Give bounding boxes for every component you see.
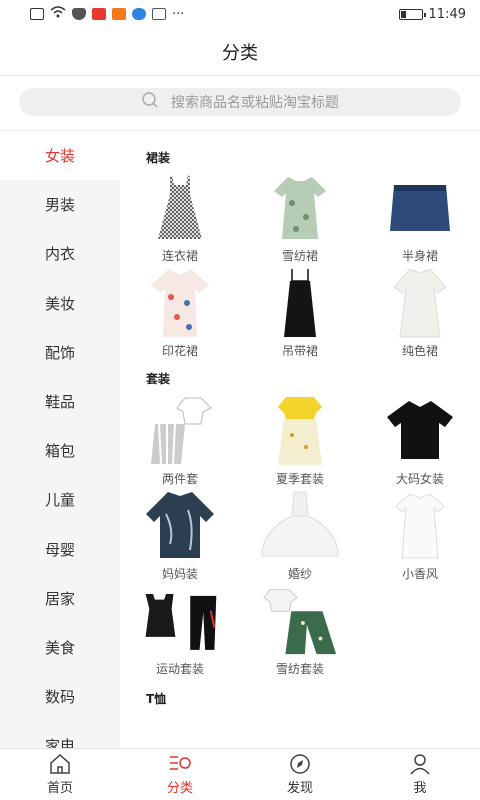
sidebar-item-appliances[interactable]: 家电 <box>0 721 120 748</box>
category-item[interactable]: 雪纺套装 <box>240 581 360 676</box>
category-label: 雪纺套装 <box>275 662 324 676</box>
tab-home[interactable]: 首页 <box>0 749 120 800</box>
compass-icon <box>290 754 310 774</box>
category-item[interactable]: 纯色裙 <box>360 263 480 358</box>
white-dress-image <box>380 263 460 343</box>
category-item[interactable]: 妈妈装 <box>120 486 240 581</box>
two-piece-set-image <box>140 391 220 471</box>
category-item[interactable]: 印花裙 <box>120 263 240 358</box>
shield-icon <box>72 8 86 20</box>
category-sidebar: 女装 男装 内衣 美妆 配饰 鞋品 箱包 儿童 母婴 居家 美食 数码 家电 <box>0 131 120 748</box>
status-more: ··· <box>172 6 185 22</box>
category-item[interactable]: 运动套装 <box>120 581 240 676</box>
section-title-sets: 套装 <box>146 372 171 386</box>
wifi-icon <box>50 6 66 22</box>
tab-label: 我 <box>413 781 427 796</box>
print-dress-image <box>140 263 220 343</box>
status-time: 11:49 <box>428 6 466 22</box>
sidebar-item-women[interactable]: 女装 <box>0 131 120 181</box>
wedding-dress-image <box>260 486 340 566</box>
home-icon <box>50 753 70 774</box>
category-label: 雪纺裙 <box>281 249 318 263</box>
battery-icon <box>398 8 426 20</box>
category-label: 纯色裙 <box>401 344 438 358</box>
sidebar-item-food[interactable]: 美食 <box>0 623 120 672</box>
sidebar-item-baby[interactable]: 母婴 <box>0 525 120 574</box>
mail-icon <box>152 8 166 20</box>
chanel-style-dress-image <box>380 486 460 566</box>
category-label: 大码女装 <box>395 472 444 486</box>
sports-set-image <box>140 581 220 661</box>
bottom-tab-bar: 首页 分类 发现 我 <box>0 748 480 800</box>
tab-discover[interactable]: 发现 <box>240 749 360 800</box>
category-item[interactable]: 夏季套装 <box>240 391 360 486</box>
tab-profile[interactable]: 我 <box>360 749 480 800</box>
app-icon-orange <box>112 8 126 20</box>
tab-category[interactable]: 分类 <box>120 749 240 800</box>
category-label: 妈妈装 <box>161 567 198 581</box>
category-label: 运动套装 <box>155 662 204 676</box>
plus-size-top-image <box>380 391 460 471</box>
category-item[interactable]: 半身裙 <box>360 168 480 263</box>
user-icon <box>410 754 430 775</box>
category-item[interactable]: 婚纱 <box>240 486 360 581</box>
sidebar-item-accessories[interactable]: 配饰 <box>0 328 120 377</box>
category-item[interactable]: 吊带裙 <box>240 263 360 358</box>
category-item[interactable]: 两件套 <box>120 391 240 486</box>
tab-label: 发现 <box>286 781 313 796</box>
sidebar-item-home[interactable]: 居家 <box>0 574 120 623</box>
chiffon-dress-image <box>260 168 340 248</box>
sidebar-item-digital[interactable]: 数码 <box>0 672 120 721</box>
category-item[interactable]: 小香风 <box>360 486 480 581</box>
mom-wear-image <box>140 486 220 566</box>
tab-label: 分类 <box>166 781 193 796</box>
sidebar-item-bags[interactable]: 箱包 <box>0 426 120 475</box>
category-label: 夏季套装 <box>275 472 324 486</box>
category-item[interactable]: 大码女装 <box>360 391 480 486</box>
app-icon-blue <box>132 8 146 20</box>
title-bar: 分类 <box>0 28 480 76</box>
sidebar-item-kids[interactable]: 儿童 <box>0 475 120 524</box>
category-content: 裙装 连衣裙 雪纺裙 半身裙 印花裙 吊带裙 纯色裙 套装 两件套 夏季套装 大… <box>120 131 480 748</box>
status-bar: ··· 11:49 <box>0 0 480 28</box>
denim-skirt-image <box>380 168 460 248</box>
category-label: 半身裙 <box>401 249 438 263</box>
search-icon <box>141 91 159 113</box>
sidebar-item-underwear[interactable]: 内衣 <box>0 229 120 278</box>
checked-dress-image <box>140 168 220 248</box>
alert-icon <box>30 8 44 20</box>
section-title-tshirts: T恤 <box>146 692 167 706</box>
category-icon <box>170 756 191 770</box>
page-title: 分类 <box>222 42 258 64</box>
category-label: 吊带裙 <box>281 344 318 358</box>
sidebar-item-beauty[interactable]: 美妆 <box>0 279 120 328</box>
slip-dress-image <box>260 263 340 343</box>
sidebar-item-shoes[interactable]: 鞋品 <box>0 377 120 426</box>
category-item[interactable]: 雪纺裙 <box>240 168 360 263</box>
category-label: 小香风 <box>401 567 438 581</box>
category-label: 婚纱 <box>287 567 312 581</box>
category-item[interactable]: 连衣裙 <box>120 168 240 263</box>
search-input[interactable]: 搜索商品名或粘贴淘宝标题 <box>19 88 461 116</box>
category-label: 连衣裙 <box>161 249 198 263</box>
category-label: 两件套 <box>161 472 198 486</box>
category-label: 印花裙 <box>161 344 198 358</box>
section-title-dresses: 裙装 <box>146 151 171 165</box>
category-main: 女装 男装 内衣 美妆 配饰 鞋品 箱包 儿童 母婴 居家 美食 数码 家电 裙… <box>0 130 480 748</box>
tab-label: 首页 <box>46 781 73 796</box>
sidebar-item-men[interactable]: 男装 <box>0 180 120 229</box>
chiffon-set-image <box>260 581 340 661</box>
app-icon-red <box>92 8 106 20</box>
summer-set-image <box>260 391 340 471</box>
search-placeholder: 搜索商品名或粘贴淘宝标题 <box>171 95 339 111</box>
